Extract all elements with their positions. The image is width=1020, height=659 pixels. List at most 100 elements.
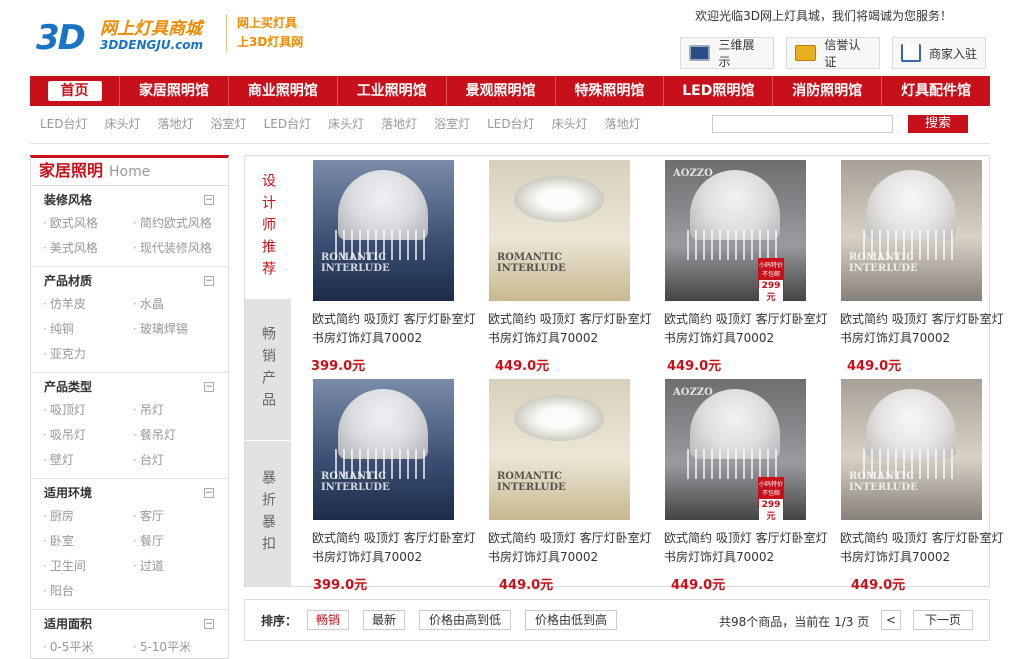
quick-link[interactable]: 床头灯 xyxy=(105,112,141,136)
sort-newest[interactable]: 最新 xyxy=(363,610,405,630)
sort-price-asc[interactable]: 价格由低到高 xyxy=(525,610,617,630)
collapse-icon[interactable]: − xyxy=(204,195,214,205)
product-name[interactable]: 欧式简约 吸顶灯 客厅灯卧室灯书房灯饰灯具70002 xyxy=(312,529,477,567)
product-image[interactable]: ROMANTIC INTERLUDE xyxy=(841,379,982,520)
3d-display-button[interactable]: 三维展示 xyxy=(680,37,774,69)
sidebar-title: 家居照明 xyxy=(39,161,104,180)
credit-certification-button[interactable]: 信誉认证 xyxy=(786,37,880,69)
filter-link[interactable]: 5-10平米 xyxy=(133,635,228,658)
product-card[interactable]: ROMANTIC INTERLUDE 欧式简约 吸顶灯 客厅灯卧室灯书房灯饰灯具… xyxy=(303,378,479,597)
filter-link[interactable]: 餐吊灯 xyxy=(133,423,228,448)
quick-link[interactable]: LED台灯 xyxy=(487,112,535,136)
filter-link[interactable]: 现代装修风格 xyxy=(133,236,228,261)
quick-link[interactable]: LED台灯 xyxy=(40,112,88,136)
product-image[interactable]: ROMANTIC INTERLUDE xyxy=(313,379,454,520)
filter-link[interactable]: 台灯 xyxy=(133,448,228,473)
product-card[interactable]: ROMANTIC INTERLUDE 欧式简约 吸顶灯 客厅灯卧室灯书房灯饰灯具… xyxy=(303,159,479,378)
filter-link[interactable]: 欧式风格 xyxy=(43,211,133,236)
filter-link[interactable]: 美式风格 xyxy=(43,236,133,261)
product-card[interactable]: ROMANTIC INTERLUDE 欧式简约 吸顶灯 客厅灯卧室灯书房灯饰灯具… xyxy=(831,159,1007,378)
nav-item-landscape-lighting[interactable]: 景观照明馆 xyxy=(447,76,556,106)
filter-link[interactable]: 厨房 xyxy=(43,504,133,529)
sort-price-desc[interactable]: 价格由高到低 xyxy=(419,610,511,630)
nav-item-home[interactable]: 首页 xyxy=(30,76,120,106)
quick-link[interactable]: 落地灯 xyxy=(381,112,417,136)
product-name[interactable]: 欧式简约 吸顶灯 客厅灯卧室灯书房灯饰灯具70002 xyxy=(312,310,477,348)
product-image[interactable]: ROMANTIC INTERLUDE xyxy=(489,379,630,520)
promo-text: 小码特价 不包邮 xyxy=(758,262,783,278)
quick-link[interactable]: 床头灯 xyxy=(328,112,364,136)
ceiling-lamp-shape xyxy=(514,395,604,441)
quick-link[interactable]: LED台灯 xyxy=(264,112,312,136)
collapse-icon[interactable]: − xyxy=(204,382,214,392)
product-card[interactable]: ROMANTIC INTERLUDE 欧式简约 吸顶灯 客厅灯卧室灯书房灯饰灯具… xyxy=(479,378,655,597)
filter-link[interactable]: 0-5平米 xyxy=(43,635,133,658)
quick-link[interactable]: 浴室灯 xyxy=(434,112,470,136)
nav-item-special-lighting[interactable]: 特殊照明馆 xyxy=(556,76,665,106)
product-name[interactable]: 欧式简约 吸顶灯 客厅灯卧室灯书房灯饰灯具70002 xyxy=(664,529,829,567)
product-name[interactable]: 欧式简约 吸顶灯 客厅灯卧室灯书房灯饰灯具70002 xyxy=(488,529,653,567)
nav-item-home-lighting[interactable]: 家居照明馆 xyxy=(120,76,229,106)
section-title: 产品类型 xyxy=(44,380,93,394)
filter-link[interactable]: 餐厅 xyxy=(133,529,228,554)
filter-link[interactable]: 吊灯 xyxy=(133,398,228,423)
filter-link[interactable]: 客厅 xyxy=(133,504,228,529)
filter-link[interactable]: 阳台 xyxy=(43,579,133,604)
product-name[interactable]: 欧式简约 吸顶灯 客厅灯卧室灯书房灯饰灯具70002 xyxy=(840,529,1005,567)
image-caption: ROMANTIC INTERLUDE xyxy=(497,471,566,493)
search-input[interactable] xyxy=(712,115,893,133)
divider xyxy=(30,143,990,144)
filter-link[interactable]: 吸吊灯 xyxy=(43,423,133,448)
collapse-icon[interactable]: − xyxy=(204,488,214,498)
product-name[interactable]: 欧式简约 吸顶灯 客厅灯卧室灯书房灯饰灯具70002 xyxy=(488,310,653,348)
product-image[interactable]: ROMANTIC INTERLUDE xyxy=(489,160,630,301)
collapse-icon[interactable]: − xyxy=(204,276,214,286)
nav-item-commercial-lighting[interactable]: 商业照明馆 xyxy=(229,76,338,106)
sidebar-title-en: Home xyxy=(109,164,151,180)
prev-page-button[interactable]: < xyxy=(881,610,901,630)
promo-price: 299元 xyxy=(759,499,783,520)
search-button[interactable]: 搜索 xyxy=(908,115,968,133)
site-logo[interactable]: 3D 网上灯具商城 3DDENGJU.com xyxy=(36,10,226,60)
nav-item-fire-lighting[interactable]: 消防照明馆 xyxy=(773,76,883,106)
product-image[interactable]: AOZZO 小码特价 不包邮 299元 xyxy=(665,160,806,301)
filter-link[interactable]: 纯铜 xyxy=(43,317,133,342)
quick-link[interactable]: 落地灯 xyxy=(605,112,641,136)
product-image[interactable]: AOZZO 小码特价 不包邮 299元 xyxy=(665,379,806,520)
tab-bestsellers[interactable]: 畅销产品 xyxy=(245,299,291,441)
tab-designer-picks[interactable]: 设计师推荐 xyxy=(245,156,291,299)
filter-link[interactable]: 卫生间 xyxy=(43,554,133,579)
filter-link[interactable]: 仿羊皮 xyxy=(43,292,133,317)
nav-item-led-lighting[interactable]: LED照明馆 xyxy=(664,76,774,106)
quick-link[interactable]: 落地灯 xyxy=(158,112,194,136)
image-caption: ROMANTIC INTERLUDE xyxy=(321,471,390,493)
filter-link[interactable]: 吸顶灯 xyxy=(43,398,133,423)
product-name[interactable]: 欧式简约 吸顶灯 客厅灯卧室灯书房灯饰灯具70002 xyxy=(840,310,1005,348)
collapse-icon[interactable]: − xyxy=(204,619,214,629)
nav-item-industrial-lighting[interactable]: 工业照明馆 xyxy=(338,76,447,106)
merchant-join-button[interactable]: 商家入驻 xyxy=(892,37,986,69)
filter-link[interactable]: 壁灯 xyxy=(43,448,133,473)
quick-link[interactable]: 床头灯 xyxy=(552,112,588,136)
sort-pager-bar: 排序： 畅销 最新 价格由高到低 价格由低到高 共98个商品，当前在 1/3 页… xyxy=(244,599,990,641)
next-page-button[interactable]: 下一页 xyxy=(913,610,973,630)
credit-certification-label: 信誉认证 xyxy=(824,38,861,69)
sort-bestselling[interactable]: 畅销 xyxy=(307,610,349,630)
product-image[interactable]: ROMANTIC INTERLUDE xyxy=(313,160,454,301)
product-card[interactable]: ROMANTIC INTERLUDE 欧式简约 吸顶灯 客厅灯卧室灯书房灯饰灯具… xyxy=(479,159,655,378)
filter-link[interactable]: 亚克力 xyxy=(43,342,133,367)
product-name[interactable]: 欧式简约 吸顶灯 客厅灯卧室灯书房灯饰灯具70002 xyxy=(664,310,829,348)
filter-link[interactable]: 玻璃焊锡 xyxy=(133,317,228,342)
tab-deep-discounts[interactable]: 暴折暴扣 xyxy=(245,441,291,586)
filter-link[interactable]: 水晶 xyxy=(133,292,228,317)
product-card[interactable]: AOZZO 小码特价 不包邮 299元 欧式简约 吸顶灯 客厅灯卧室灯书房灯饰灯具… xyxy=(655,378,831,597)
image-caption: ROMANTIC INTERLUDE xyxy=(321,252,390,274)
nav-item-accessories[interactable]: 灯具配件馆 xyxy=(882,76,990,106)
filter-link[interactable]: 卧室 xyxy=(43,529,133,554)
product-card[interactable]: AOZZO 小码特价 不包邮 299元 欧式简约 吸顶灯 客厅灯卧室灯书房灯饰灯具… xyxy=(655,159,831,378)
product-card[interactable]: ROMANTIC INTERLUDE 欧式简约 吸顶灯 客厅灯卧室灯书房灯饰灯具… xyxy=(831,378,1007,597)
filter-link[interactable]: 过道 xyxy=(133,554,228,579)
filter-link[interactable]: 简约欧式风格 xyxy=(133,211,228,236)
product-image[interactable]: ROMANTIC INTERLUDE xyxy=(841,160,982,301)
quick-link[interactable]: 浴室灯 xyxy=(211,112,247,136)
